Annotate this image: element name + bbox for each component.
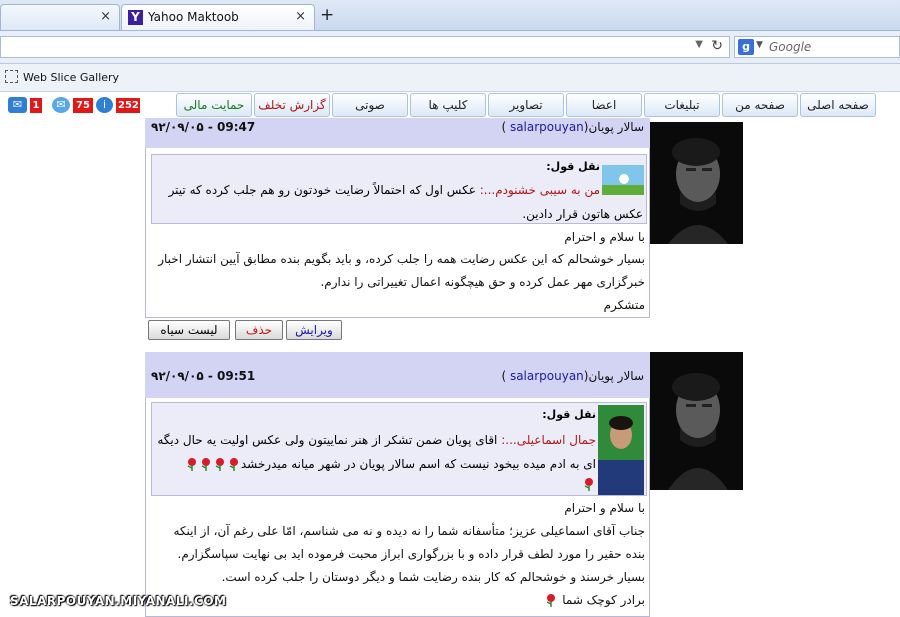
post-header: ۹۲/۰۹/۰۵ - 09:51 سالار پویان(salarpouyan… <box>145 352 650 398</box>
menu-label: تصاویر <box>509 98 543 112</box>
refresh-icon[interactable]: ↻ <box>711 38 723 54</box>
menu-label: تبلیغات <box>664 98 700 112</box>
quote-text: ای به ادم میده بیخود نیست که اسم سالار پ… <box>240 457 596 471</box>
tab-title: Yahoo Maktoob <box>148 10 239 24</box>
author-name: سالار پویان <box>588 369 644 383</box>
browser-tab-strip: × Y Yahoo Maktoob × + <box>0 0 900 31</box>
comments-icon[interactable]: i <box>96 97 113 113</box>
post-text-line-4: بسیار خرسند و خوشحالم که کار بنده رضایت … <box>221 570 645 584</box>
new-tab-button[interactable]: + <box>320 5 334 25</box>
post-text-line-4: متشکرم <box>603 298 645 312</box>
quote-author[interactable]: من به سیبی خشنودم...: <box>480 183 600 197</box>
browser-tab-yahoo-maktoob[interactable]: Y Yahoo Maktoob × <box>121 4 315 30</box>
quote-label: نقل قول: <box>546 160 600 173</box>
web-slice-icon <box>5 70 18 83</box>
menu-label: صفحه اصلی <box>807 98 869 112</box>
mail-icon[interactable]: ✉ <box>8 97 27 113</box>
yahoo-favicon-icon: Y <box>128 10 143 25</box>
edit-button[interactable]: ویرایش <box>286 320 342 340</box>
delete-button[interactable]: حذف <box>235 320 283 340</box>
web-slice-gallery-link[interactable]: Web Slice Gallery <box>5 70 119 84</box>
post-body: نقل قول: من به سیبی خشنودم...: عکس اول ک… <box>145 148 650 318</box>
search-box[interactable]: g ▼ Google <box>734 36 900 58</box>
comments-count-badge[interactable]: 252 <box>116 98 140 113</box>
menu-images[interactable]: تصاویر <box>488 93 564 117</box>
menu-label: کلیپ ها <box>428 98 468 112</box>
menu-report-violation[interactable]: گزارش تخلف <box>254 93 330 117</box>
author-name: سالار پویان <box>588 120 644 134</box>
quote-author-thumbnail[interactable] <box>598 405 644 495</box>
messages-count-badge[interactable]: 1 <box>30 98 42 113</box>
post-text-line-3: خبرگزاری مهر عمل کرده و حق هیچگونه اعمال… <box>320 275 645 289</box>
menu-donate[interactable]: حمایت مالی <box>176 93 252 117</box>
browser-tab-previous[interactable]: × <box>0 4 120 30</box>
tab-close-icon[interactable]: × <box>100 9 111 24</box>
post-text-line-3: بنده حقیر را مورد لطف قرار داده و با بزر… <box>177 547 646 561</box>
portrait-image <box>650 122 743 244</box>
post-date: ۹۲/۰۹/۰۵ - 09:51 <box>151 369 256 383</box>
search-engine-dropdown-icon[interactable]: ▼ <box>756 40 763 50</box>
post-date: ۹۲/۰۹/۰۵ - 09:47 <box>151 120 256 134</box>
address-toolbar: ▼ ↻ g ▼ Google <box>0 31 900 64</box>
quote-box: نقل قول: جمال اسماعیلی...: اقای پویان ضم… <box>151 402 647 496</box>
menu-label: صفحه من <box>735 98 785 112</box>
post-text: برادر کوچک شما <box>562 593 645 607</box>
quote-line-1: جمال اسماعیلی...: اقای پویان ضمن تشکر از… <box>157 433 596 447</box>
post-text-line-2: بسیار خوشحالم که این عکس رضایت همه را جل… <box>158 252 645 266</box>
author-avatar[interactable] <box>650 122 743 244</box>
favorites-bar: Web Slice Gallery <box>0 64 900 92</box>
google-icon[interactable]: g <box>738 39 754 55</box>
author-username[interactable]: salarpouyan <box>510 120 584 134</box>
menu-members[interactable]: اعضا <box>566 93 642 117</box>
blacklist-button[interactable]: لیست سیاه <box>148 320 230 340</box>
post-author[interactable]: سالار پویان(salarpouyan ) <box>501 120 644 134</box>
quote-line-2: ای به ادم میده بیخود نیست که اسم سالار پ… <box>185 457 596 471</box>
quote-author[interactable]: جمال اسماعیلی...: <box>501 433 596 447</box>
quote-box: نقل قول: من به سیبی خشنودم...: عکس اول ک… <box>151 154 647 224</box>
rose-icon <box>213 457 227 471</box>
site-menu: صفحه اصلی صفحه من تبلیغات اعضا تصاویر کل… <box>0 93 900 118</box>
quote-line-3 <box>582 477 596 491</box>
post-text-line-5: برادر کوچک شما <box>544 593 645 607</box>
quote-text: عکس اول که احتمالاً رضایت خودتون رو هم ج… <box>168 183 476 197</box>
menu-audio[interactable]: صوتی <box>332 93 408 117</box>
post-body: نقل قول: جمال اسماعیلی...: اقای پویان ضم… <box>145 398 650 617</box>
menu-home[interactable]: صفحه اصلی <box>800 93 876 117</box>
menu-my-page[interactable]: صفحه من <box>722 93 798 117</box>
menu-label: حمایت مالی <box>183 98 245 112</box>
quote-text: اقای پویان ضمن تشکر از هنر نماییتون ولی … <box>157 433 498 447</box>
rose-icon <box>544 593 558 607</box>
post-text-line-2: جناب آقای اسماعیلی عزیز؛ متأسفانه شما را… <box>173 524 645 538</box>
favorites-item-label: Web Slice Gallery <box>23 71 120 84</box>
quote-label: نقل قول: <box>542 408 596 421</box>
chat-icon[interactable]: ✉ <box>52 97 70 113</box>
rose-icon <box>199 457 213 471</box>
tab-close-icon[interactable]: × <box>295 9 306 24</box>
author-avatar[interactable] <box>650 352 743 490</box>
menu-clips[interactable]: کلیپ ها <box>410 93 486 117</box>
author-username[interactable]: salarpouyan <box>510 369 584 383</box>
portrait-image <box>650 352 743 490</box>
menu-ads[interactable]: تبلیغات <box>644 93 720 117</box>
rose-icon <box>185 457 199 471</box>
post-text-line-1: با سلام و احترام <box>564 501 645 515</box>
address-dropdown-icon[interactable]: ▼ <box>695 39 703 50</box>
quote-line-1: من به سیبی خشنودم...: عکس اول که احتمالا… <box>169 183 600 197</box>
menu-label: اعضا <box>591 98 617 112</box>
menu-label: صوتی <box>355 98 385 112</box>
rose-icon <box>227 457 241 471</box>
post-author[interactable]: سالار پویان(salarpouyan ) <box>501 369 644 383</box>
post-header: ۹۲/۰۹/۰۵ - 09:47 سالار پویان(salarpouyan… <box>145 118 650 148</box>
quote-author-thumbnail[interactable] <box>602 165 644 195</box>
rose-icon <box>582 477 596 491</box>
post-text-line-1: با سلام و احترام <box>564 230 645 244</box>
quote-line-2: عکس هاتون قرار دادین. <box>522 207 643 221</box>
chat-count-badge[interactable]: 75 <box>73 98 93 113</box>
search-placeholder: Google <box>769 40 812 54</box>
menu-label: گزارش تخلف <box>258 98 326 112</box>
site-watermark: SALARPOUYAN.MIYANALI.COM <box>10 594 227 608</box>
address-input[interactable]: ▼ ↻ <box>0 36 730 58</box>
